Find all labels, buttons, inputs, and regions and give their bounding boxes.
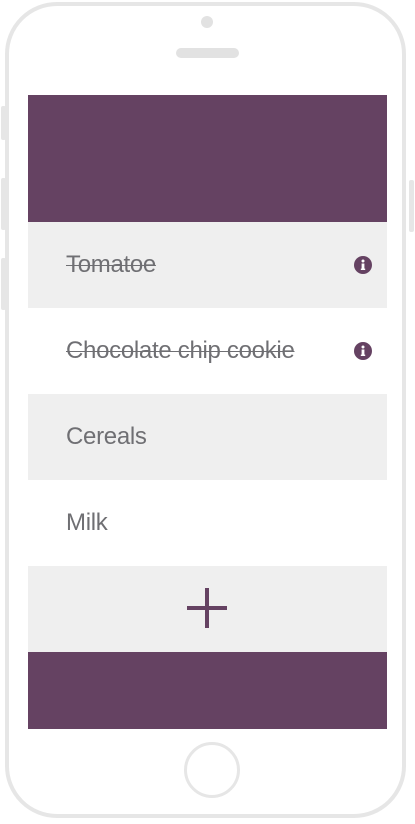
- earpiece-speaker: [176, 48, 239, 58]
- list-item-label: Tomatoe: [66, 251, 156, 278]
- list-item-label: Cereals: [66, 423, 147, 450]
- info-icon[interactable]: [354, 342, 372, 360]
- list-item[interactable]: Milk: [28, 480, 387, 566]
- list-item[interactable]: Cereals: [28, 394, 387, 480]
- plus-icon: [187, 588, 227, 628]
- add-item-button[interactable]: [28, 566, 387, 652]
- mute-switch: [1, 106, 6, 140]
- front-camera: [201, 16, 213, 28]
- list-item[interactable]: Tomatoe: [28, 222, 387, 308]
- list-item-label: Chocolate chip cookie: [66, 337, 295, 364]
- footer-bar: [28, 652, 387, 729]
- volume-up-button: [1, 178, 6, 230]
- shopping-list: Tomatoe Chocolate chip cookie Cereals Mi…: [28, 222, 387, 566]
- app-screen: Tomatoe Chocolate chip cookie Cereals Mi…: [28, 95, 387, 729]
- power-button: [409, 180, 414, 232]
- volume-down-button: [1, 258, 6, 310]
- header-bar: [28, 95, 387, 222]
- info-icon[interactable]: [354, 256, 372, 274]
- home-button[interactable]: [184, 742, 240, 798]
- list-item-label: Milk: [66, 509, 108, 536]
- list-item[interactable]: Chocolate chip cookie: [28, 308, 387, 394]
